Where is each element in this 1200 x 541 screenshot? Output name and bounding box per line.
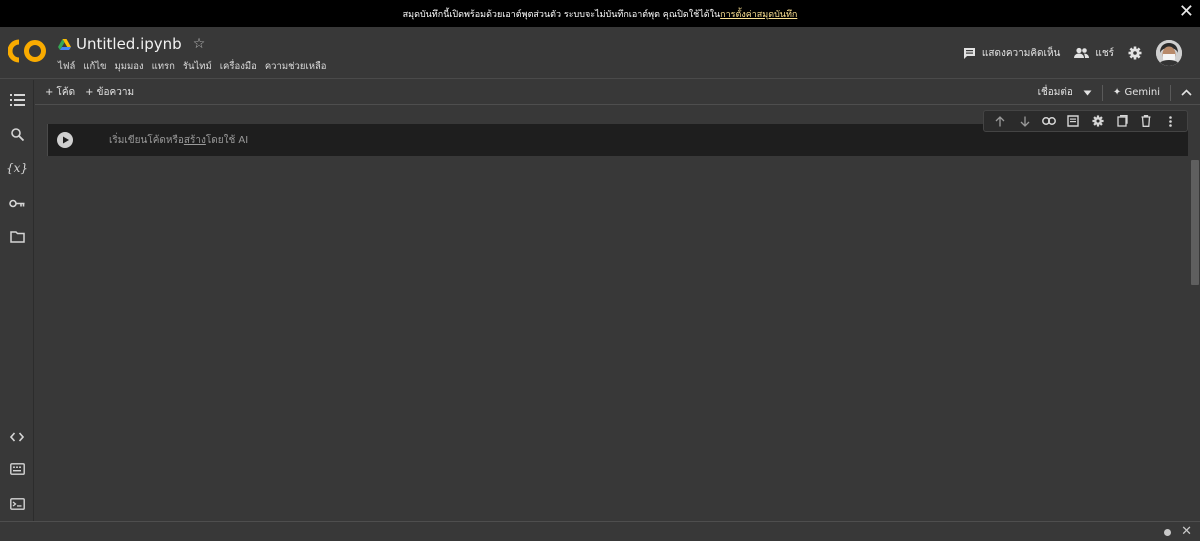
menu-bar: ไฟล์ แก้ไข มุมมอง แทรก รันไทม์ เครื่องมื… [58, 59, 326, 74]
placeholder-text-suffix: โดยใช้ AI [205, 135, 249, 146]
gemini-button[interactable]: ✦ Gemini [1113, 87, 1160, 98]
notebook-settings-link[interactable]: การตั้งค่าสมุดบันทึก [720, 7, 797, 21]
settings-gear-icon[interactable] [1128, 46, 1142, 60]
mirror-cell-icon[interactable] [1115, 114, 1129, 128]
menu-view[interactable]: มุมมอง [114, 59, 143, 74]
share-button[interactable]: แชร์ [1074, 46, 1114, 61]
menu-edit[interactable]: แก้ไข [83, 59, 106, 74]
people-icon [1074, 47, 1090, 58]
cell-toolbar [983, 110, 1188, 132]
menu-insert[interactable]: แทรก [152, 59, 175, 74]
star-icon[interactable]: ☆ [193, 36, 206, 52]
notebook-title[interactable]: Untitled.ipynb [76, 35, 182, 53]
link-icon[interactable] [1041, 114, 1056, 128]
menu-runtime[interactable]: รันไทม์ [183, 59, 212, 74]
menu-file[interactable]: ไฟล์ [58, 59, 75, 74]
settings-icon[interactable] [1091, 114, 1105, 128]
secrets-key-icon[interactable] [6, 192, 28, 214]
notebook-scrollbar[interactable] [1190, 106, 1200, 521]
more-icon[interactable] [1164, 114, 1178, 128]
comments-label: แสดงความคิดเห็น [981, 47, 1061, 59]
comment-icon [963, 47, 975, 59]
terminal-icon[interactable] [6, 493, 28, 515]
toolbar-divider [1170, 84, 1171, 101]
command-palette-icon[interactable] [6, 458, 28, 480]
banner-close-icon[interactable]: ✕ [1179, 3, 1194, 21]
cell-placeholder[interactable]: เริ่มเขียนโค้ดหรือสร้างโดยใช้ AI [109, 133, 248, 148]
colab-logo-icon[interactable] [8, 38, 48, 64]
scrollbar-thumb[interactable] [1191, 160, 1199, 285]
add-text-button[interactable]: + ข้อความ [85, 85, 134, 100]
play-icon [62, 136, 69, 144]
toc-icon[interactable] [6, 89, 28, 111]
move-up-icon[interactable] [993, 114, 1007, 128]
variables-icon[interactable]: {x} [6, 157, 28, 179]
toolbar-divider [1101, 84, 1103, 101]
notebook-area: เริ่มเขียนโค้ดหรือสร้างโดยใช้ AI [35, 106, 1190, 521]
insert-actions: + โค้ด + ข้อความ [45, 85, 134, 100]
files-folder-icon[interactable] [6, 226, 28, 248]
notification-banner: สมุดบันทึกนี้เปิดพร้อมด้วยเอาต์พุตส่วนตั… [0, 0, 1200, 27]
generate-with-ai-link[interactable]: สร้าง [184, 135, 206, 146]
google-drive-icon [58, 38, 71, 50]
search-icon[interactable] [6, 123, 28, 145]
delete-icon[interactable] [1139, 114, 1153, 128]
runtime-status-dot-icon[interactable] [1164, 529, 1171, 536]
header-actions: แสดงความคิดเห็น แชร์ [963, 40, 1182, 66]
run-cell-button[interactable] [57, 132, 73, 148]
title-row: Untitled.ipynb ☆ [58, 35, 205, 53]
user-avatar[interactable] [1156, 40, 1182, 66]
collapse-chevron-up-icon[interactable] [1181, 89, 1192, 96]
move-down-icon[interactable] [1018, 114, 1032, 128]
comment-icon[interactable] [1066, 114, 1080, 128]
menu-help[interactable]: ความช่วยเหลือ [265, 59, 327, 74]
header: Untitled.ipynb ☆ ไฟล์ แก้ไข มุมมอง แทรก … [0, 27, 1200, 79]
left-sidebar: {x} [0, 80, 34, 521]
runtime-actions: เชื่อมต่อ ✦ Gemini [1038, 80, 1192, 105]
colab-window: สมุดบันทึกนี้เปิดพร้อมด้วยเอาต์พุตส่วนตั… [0, 0, 1200, 541]
connect-dropdown-icon[interactable] [1083, 90, 1092, 96]
connect-button[interactable]: เชื่อมต่อ [1038, 85, 1073, 100]
notebook-toolbar: + โค้ด + ข้อความ เชื่อมต่อ ✦ Gemini [35, 80, 1200, 105]
avatar-image [1156, 40, 1182, 66]
add-code-button[interactable]: + โค้ด [45, 85, 75, 100]
placeholder-text: เริ่มเขียนโค้ดหรือ [109, 135, 184, 146]
menu-tools[interactable]: เครื่องมือ [220, 59, 257, 74]
banner-text: สมุดบันทึกนี้เปิดพร้อมด้วยเอาต์พุตส่วนตั… [402, 9, 721, 20]
share-label: แชร์ [1095, 47, 1114, 59]
status-bar: ✕ [0, 521, 1200, 541]
comments-button[interactable]: แสดงความคิดเห็น [963, 46, 1060, 61]
status-close-icon[interactable]: ✕ [1181, 524, 1192, 539]
code-snippets-icon[interactable] [6, 426, 28, 448]
